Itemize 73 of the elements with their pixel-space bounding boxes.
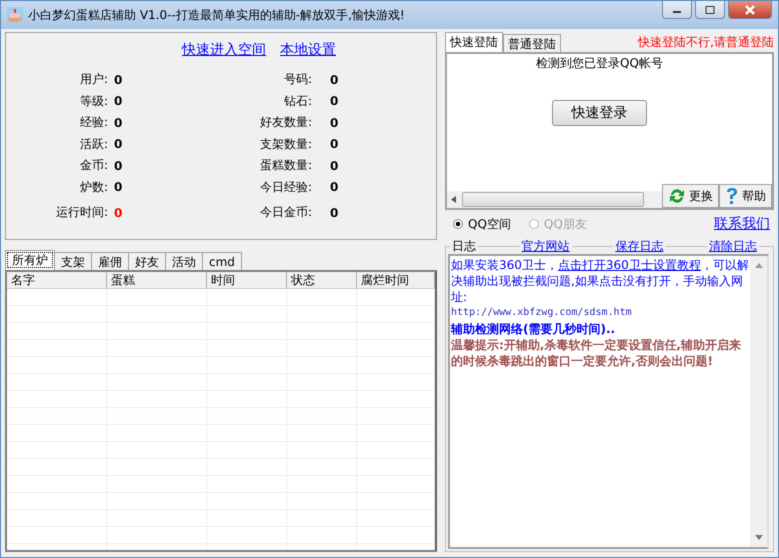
stat-value: 0 [329,158,338,173]
link[interactable]: 点击打开360卫士设置教程 [558,258,701,272]
action-button[interactable]: 帮助 [719,184,772,208]
stat-label: 号码: [282,71,312,88]
stat-value: 0 [113,94,122,108]
minimize-button[interactable] [662,1,692,19]
link[interactable]: 本地设置 [280,41,336,59]
stat-label: 钻石: [282,92,312,110]
stat-value: 0 [113,137,122,152]
stat-label: 用户: [78,71,108,88]
column-header[interactable]: 名字 [7,272,107,288]
stat-label: 运行时间: [54,204,108,222]
down-arrow-icon [754,535,762,541]
link[interactable]: 清除日志 [706,238,759,254]
stat-label: 经验: [78,114,108,132]
login-message: 检测到您已登录QQ帐号 [536,55,663,72]
tab[interactable]: 普通登陆 [503,34,561,52]
stat-label: 炉数: [78,178,108,196]
stat-label: 活跃: [78,136,108,153]
horizontal-scrollbar[interactable] [447,191,662,208]
maximize-button[interactable] [695,1,725,19]
left-arrow-icon [451,196,456,203]
column-header[interactable]: 时间 [207,272,287,288]
tab[interactable]: 快速登陆 [445,32,503,52]
log-message: 温馨提示:开辅助,杀毒软件一定要设置信任,辅助开启来的时候杀毒跳出的窗口一定要允许,否则会出问题! [451,337,742,369]
login-hint: 快速登陆不行,请普通登陆 [638,34,774,50]
stat-label: 支架数量: [258,136,312,153]
column-header[interactable]: 状态 [287,272,357,288]
action-button[interactable]: 更换 [662,184,719,208]
stat-label: 等级: [78,92,108,110]
log-url: http://www.xbfzwg.com/sdsm.htm [451,306,633,320]
stat-value: 0 [329,206,338,220]
stat-value: 0 [329,94,338,108]
maximize-icon [705,6,715,14]
stat-label: 今日金币: [258,204,312,222]
stat-value: 0 [113,180,122,194]
tab[interactable]: 好友 [128,252,166,270]
up-arrow-icon [754,262,762,268]
link[interactable]: 保存日志 [613,238,666,254]
link[interactable]: 快速进入空间 [182,41,266,59]
close-icon [744,4,756,14]
stat-value: 0 [329,72,338,87]
stat-value: 0 [329,137,338,152]
stat-label: 蛋糕数量: [258,157,312,174]
column-header[interactable]: 蛋糕 [107,272,207,288]
tab[interactable]: 雇佣 [91,252,129,270]
stat-value: 0 [329,116,338,130]
radio-button[interactable]: QQ空间 [453,216,511,232]
stat-value: 0 [113,158,122,173]
tab[interactable]: cmd [202,252,242,270]
stat-label: 金币: [78,157,108,174]
log-message: 辅助检测网络(需要几秒时间).. [451,321,616,337]
tab[interactable]: 所有炉 [5,250,55,270]
close-button[interactable] [728,1,772,19]
log-title: 日志 [450,238,478,254]
stat-label: 好友数量: [258,114,312,132]
window-title: 小白梦幻蛋糕店辅助 V1.0--打造最简单实用的辅助-解放双手,愉快游戏! [28,6,405,24]
stat-value: 0 [113,206,122,220]
stat-value: 0 [113,72,122,87]
tab[interactable]: 支架 [54,252,92,270]
stat-label: 今日经验: [258,178,312,196]
refresh-icon [668,187,686,205]
cake-icon [7,7,23,23]
contact-link[interactable]: 联系我们 [714,215,770,233]
stat-value: 0 [329,180,338,194]
quick-login-button[interactable]: 快速登录 [552,100,647,126]
tab[interactable]: 活动 [165,252,203,270]
log-message: 如果安装360卫士，点击打开360卫士设置教程，可以解决辅助出现被拦截问题,如果点击没有打开，手动输入网址: [451,257,750,305]
stat-value: 0 [113,116,122,130]
help-icon [725,187,739,205]
column-header[interactable]: 腐烂时间 [357,272,435,288]
vertical-scrollbar[interactable] [750,256,767,547]
link[interactable]: 官方网站 [520,238,572,254]
